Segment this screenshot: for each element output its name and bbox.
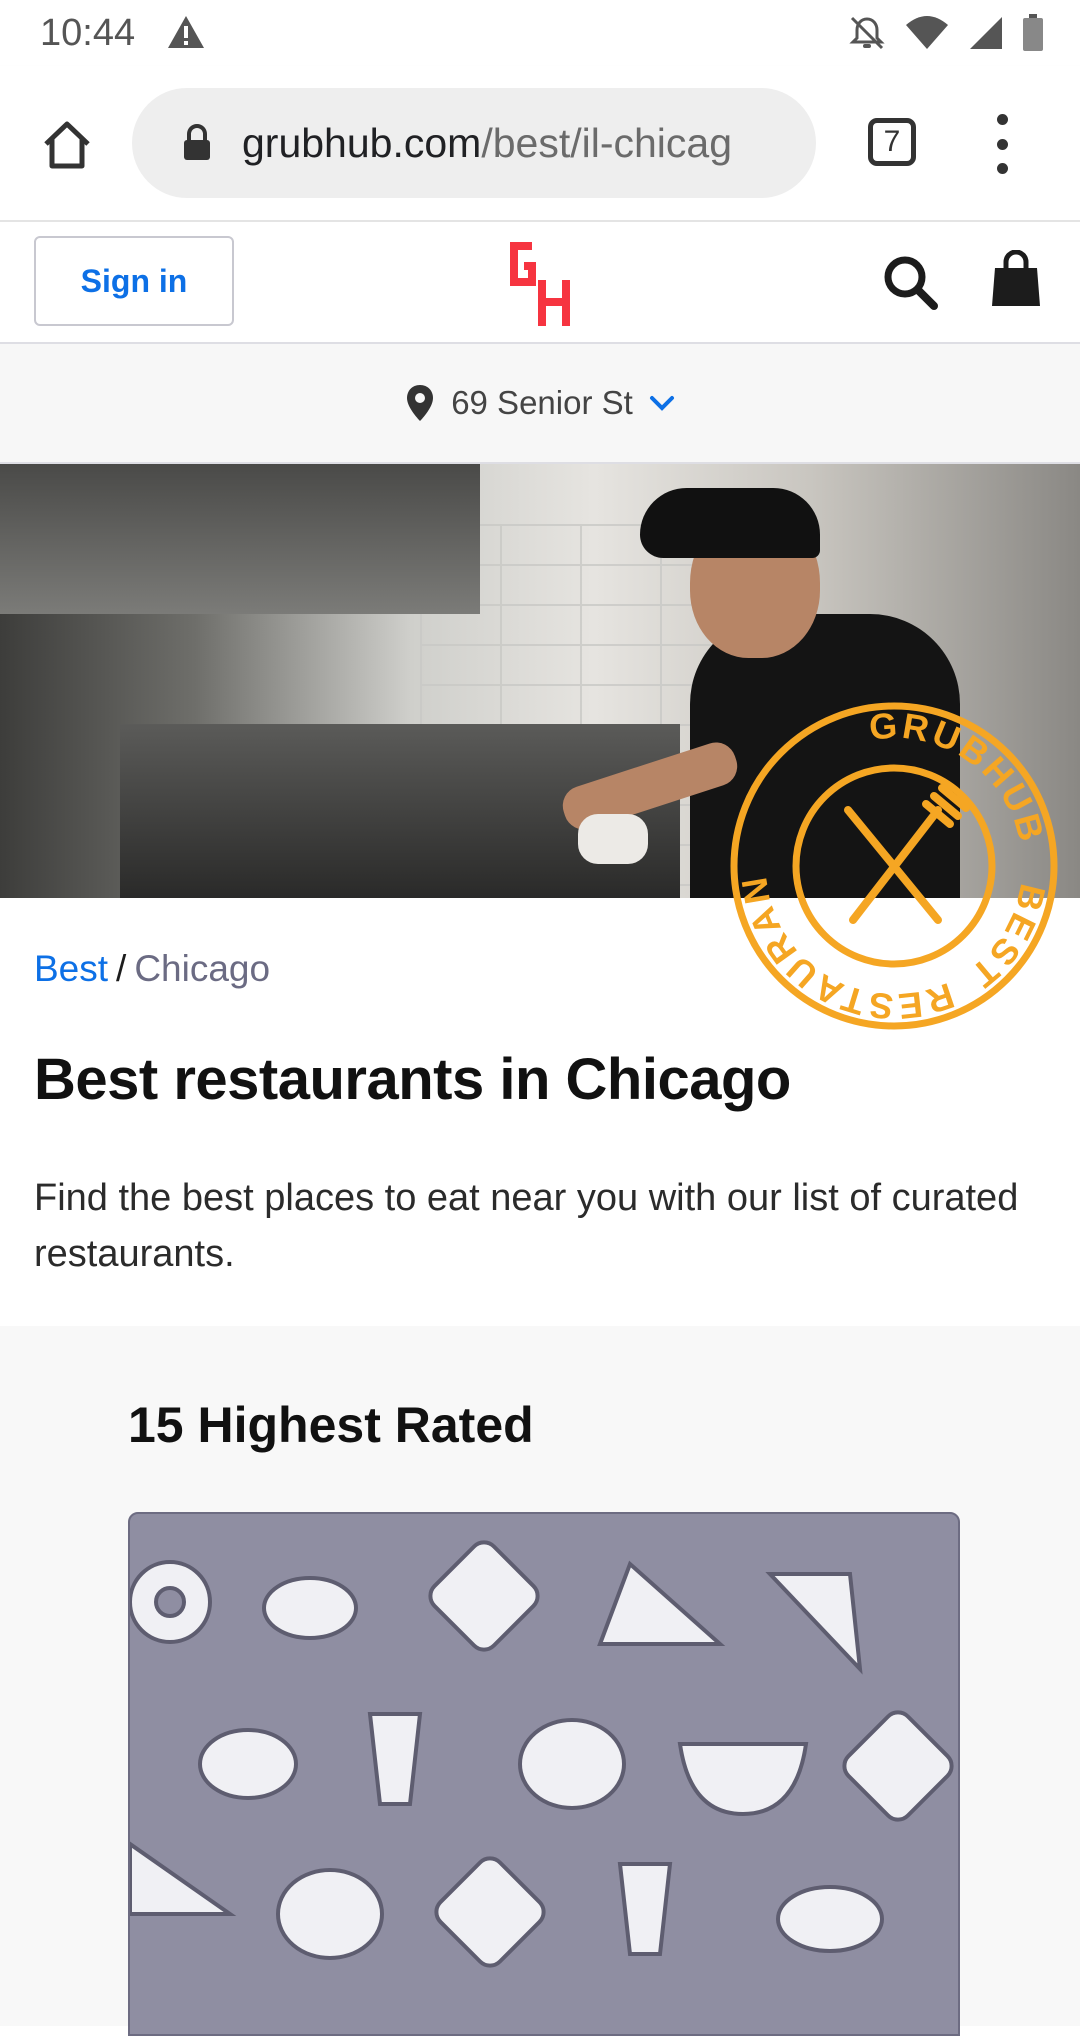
breadcrumb-best-link[interactable]: Best <box>34 948 108 989</box>
url-text: grubhub.com/best/il-chicag <box>242 120 732 167</box>
tab-switcher-button[interactable]: 7 <box>868 118 916 166</box>
url-bar[interactable]: grubhub.com/best/il-chicag <box>132 88 816 198</box>
address-label: 69 Senior St <box>451 384 633 421</box>
status-bar: 10:44 <box>0 0 1080 66</box>
grubhub-logo[interactable] <box>508 240 572 330</box>
page-description: Find the best places to eat near you wit… <box>34 1177 1019 1275</box>
food-pattern-illustration <box>130 1540 954 1968</box>
tab-count: 7 <box>883 125 901 158</box>
chevron-down-icon <box>649 396 674 411</box>
url-path: /best/il-chicag <box>481 119 732 166</box>
location-pin-icon <box>407 385 434 421</box>
site-header: Sign in <box>0 222 1080 344</box>
search-icon[interactable] <box>880 252 940 312</box>
breadcrumb-current: Chicago <box>134 948 271 989</box>
battery-icon <box>1023 14 1043 51</box>
breadcrumb-separator: / <box>116 948 127 989</box>
highest-rated-title: 15 Highest Rated <box>128 1397 534 1453</box>
sign-in-button[interactable]: Sign in <box>34 236 234 326</box>
signal-icon <box>970 17 1002 49</box>
bag-icon[interactable] <box>990 250 1042 310</box>
notifications-off-icon <box>849 16 885 50</box>
home-icon[interactable] <box>40 118 94 172</box>
browser-toolbar: grubhub.com/best/il-chicag 7 <box>0 66 1080 222</box>
wifi-icon <box>906 16 948 49</box>
alert-icon <box>168 16 204 48</box>
restaurant-card-image[interactable] <box>128 1512 960 2036</box>
highest-rated-section: 15 Highest Rated <box>0 1326 1080 2036</box>
breadcrumb: Best / Chicago <box>34 948 270 990</box>
lock-icon <box>184 124 210 160</box>
url-domain: grubhub.com <box>242 119 482 166</box>
status-time: 10:44 <box>40 12 136 54</box>
best-restaurants-badge: GRUBHUB BEST RESTAURANTS <box>728 700 1058 1030</box>
page-title: Best restaurants in Chicago <box>34 1047 791 1112</box>
fork-knife-icon <box>844 784 970 924</box>
browser-menu-icon[interactable] <box>990 114 1014 174</box>
address-selector[interactable]: 69 Senior St <box>0 344 1080 464</box>
